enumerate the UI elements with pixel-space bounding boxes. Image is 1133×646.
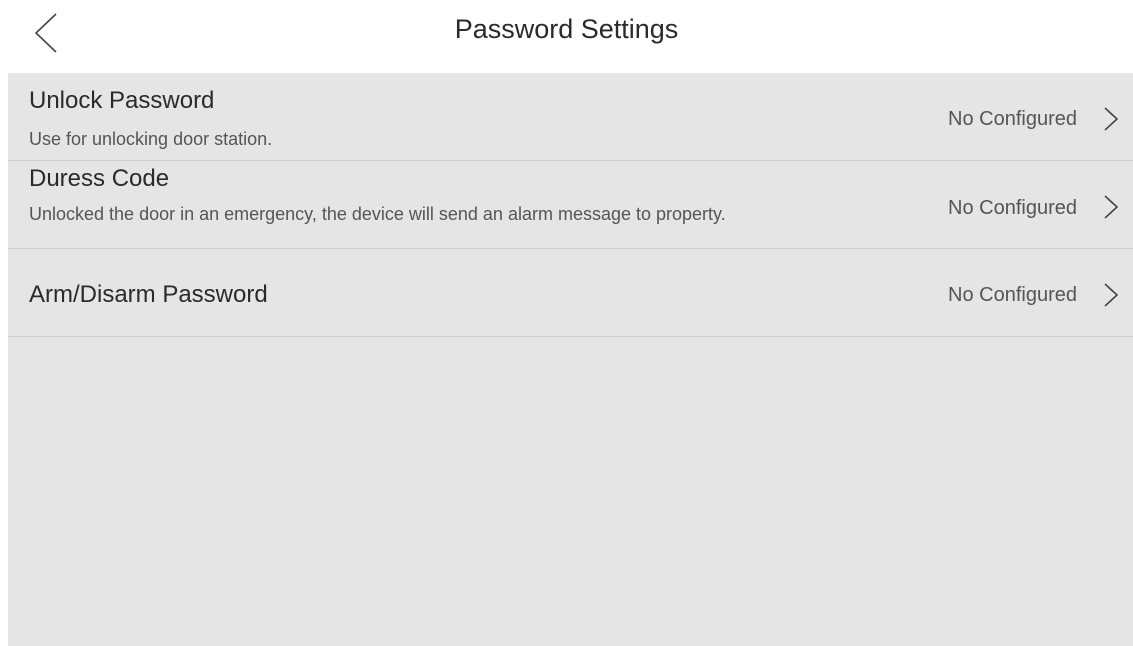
- chevron-right-icon: [1104, 283, 1119, 307]
- unlock-password-item[interactable]: Unlock Password Use for unlocking door s…: [8, 73, 1133, 161]
- arm-disarm-password-title: Arm/Disarm Password: [29, 281, 268, 308]
- header-bar: Password Settings: [0, 0, 1133, 73]
- arm-disarm-password-status: No Configured: [948, 284, 1077, 306]
- chevron-right-icon: [1104, 195, 1119, 219]
- page-title: Password Settings: [454, 14, 679, 44]
- unlock-password-description: Use for unlocking door station.: [29, 129, 273, 149]
- duress-code-status: No Configured: [948, 197, 1077, 219]
- duress-code-description: Unlocked the door in an emergency, the d…: [29, 204, 726, 224]
- duress-code-title: Duress Code: [29, 165, 170, 192]
- unlock-password-title: Unlock Password: [29, 87, 215, 114]
- settings-list: Unlock Password Use for unlocking door s…: [8, 73, 1133, 646]
- duress-code-item[interactable]: Duress Code Unlocked the door in an emer…: [8, 161, 1133, 249]
- arm-disarm-password-item[interactable]: Arm/Disarm Password No Configured: [8, 249, 1133, 337]
- chevron-right-icon: [1104, 107, 1119, 131]
- unlock-password-status: No Configured: [948, 108, 1077, 130]
